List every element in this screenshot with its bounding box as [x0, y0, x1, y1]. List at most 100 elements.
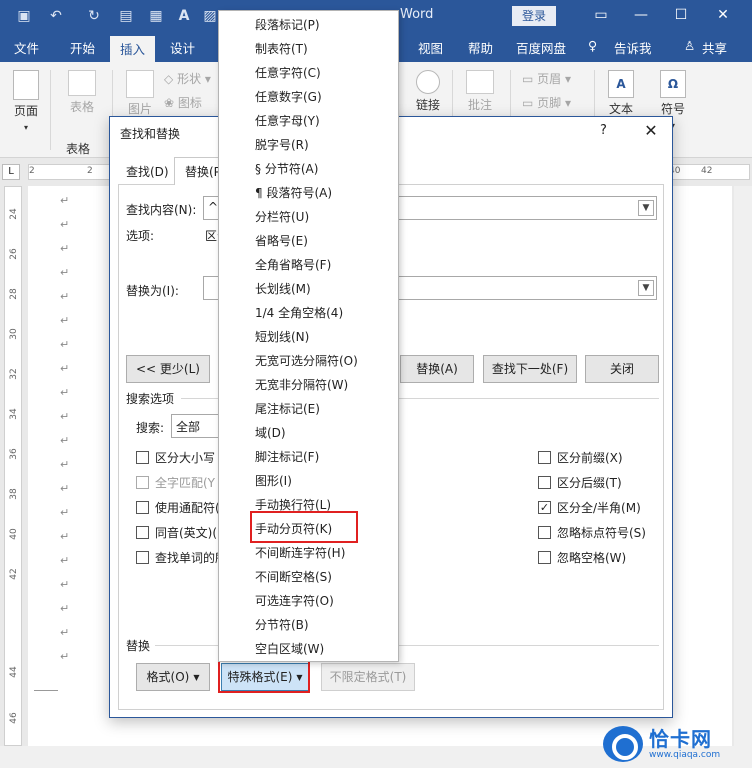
icons-button[interactable]: ❀ 图标: [164, 94, 202, 111]
tab-design[interactable]: 设计: [170, 38, 195, 57]
match-width-checkbox[interactable]: ✓ 区分全/半角(M): [538, 499, 641, 516]
wildcards-checkbox[interactable]: 使用通配符(U: [136, 499, 228, 516]
checkbox-box[interactable]: [136, 551, 149, 564]
checkbox-box[interactable]: [538, 526, 551, 539]
redo-icon[interactable]: ↻: [84, 6, 104, 26]
tab-view[interactable]: 视图: [418, 38, 443, 57]
menu-item-section-break[interactable]: 分节符(B): [255, 613, 309, 637]
tab-insert[interactable]: 插入: [110, 36, 156, 62]
checkbox-box[interactable]: [538, 451, 551, 464]
replace-all-button[interactable]: 替换(A): [400, 355, 474, 383]
text-box-icon: A: [608, 70, 634, 98]
close-window-button[interactable]: ✕: [712, 4, 734, 26]
paragraph-mark: ↵: [60, 458, 70, 471]
menu-item-column-break[interactable]: 分栏符(U): [255, 205, 309, 229]
paragraph-mark: ↵: [60, 602, 70, 615]
close-icon[interactable]: ✕: [640, 120, 662, 142]
checkbox-box[interactable]: [136, 476, 149, 489]
share-button[interactable]: 共享: [702, 38, 727, 57]
menu-item-zero-width-non-break[interactable]: 无宽非分隔符(W): [255, 373, 348, 397]
menu-item-paragraph-mark[interactable]: 段落标记(P): [255, 13, 320, 37]
paragraph-mark: ↵: [60, 314, 70, 327]
menu-item-quarter-em-space[interactable]: 1/4 全角空格(4): [255, 301, 343, 325]
watermark-name: 恰卡网: [649, 726, 712, 751]
menu-item-em-dash[interactable]: 长划线(M): [255, 277, 311, 301]
menu-item-nonbreaking-hyphen[interactable]: 不间断连字符(H): [255, 541, 345, 565]
checkbox-box[interactable]: [136, 526, 149, 539]
whole-word-checkbox[interactable]: 全字匹配(Y: [136, 474, 215, 491]
menu-item-fullwidth-ellipsis[interactable]: 全角省略号(F): [255, 253, 331, 277]
maximize-button[interactable]: ☐: [670, 4, 692, 26]
menu-item-white-space[interactable]: 空白区域(W): [255, 637, 324, 661]
open-icon[interactable]: ▦: [146, 6, 166, 26]
menu-item-caret[interactable]: 脱字号(R): [255, 133, 309, 157]
ignore-space-checkbox[interactable]: 忽略空格(W): [538, 549, 626, 566]
menu-item-optional-hyphen[interactable]: 可选连字符(O): [255, 589, 334, 613]
close-button[interactable]: 关闭: [585, 355, 659, 383]
check-icon[interactable]: ✓: [538, 501, 551, 514]
menu-item-ellipsis[interactable]: 省略号(E): [255, 229, 308, 253]
menu-item-nonbreaking-space[interactable]: 不间断空格(S): [255, 565, 332, 589]
image-icon[interactable]: ▨: [200, 6, 220, 26]
pages-button[interactable]: 页面 ▾: [8, 70, 44, 133]
checkbox-box[interactable]: [538, 476, 551, 489]
person-icon: ♙: [684, 38, 696, 53]
tab-find[interactable]: 查找(D): [126, 163, 169, 180]
menu-item-any-digit[interactable]: 任意数字(G): [255, 85, 322, 109]
paragraph-mark: ↵: [60, 506, 70, 519]
tab-file[interactable]: 文件: [14, 38, 39, 57]
menu-item-en-dash[interactable]: 短划线(N): [255, 325, 309, 349]
chevron-down-icon[interactable]: ▼: [638, 280, 654, 296]
help-icon[interactable]: ?: [600, 123, 607, 138]
match-prefix-checkbox[interactable]: 区分前缀(X): [538, 449, 623, 466]
tab-home[interactable]: 开始: [70, 38, 95, 57]
menu-item-footnote-mark[interactable]: 脚注标记(F): [255, 445, 319, 469]
tab-baidu-netdisk[interactable]: 百度网盘: [516, 38, 566, 57]
footer-button[interactable]: ▭ 页脚 ▾: [522, 94, 571, 111]
menu-item-any-letter[interactable]: 任意字母(Y): [255, 109, 320, 133]
menu-item-field[interactable]: 域(D): [255, 421, 286, 445]
picture-button[interactable]: 图片: [120, 70, 160, 117]
match-suffix-checkbox[interactable]: 区分后缀(T): [538, 474, 622, 491]
find-next-button[interactable]: 查找下一处(F): [483, 355, 577, 383]
minimize-button[interactable]: —: [630, 4, 652, 26]
sounds-like-checkbox[interactable]: 同音(英文)(K: [136, 524, 225, 541]
checkbox-box[interactable]: [538, 551, 551, 564]
tab-help[interactable]: 帮助: [468, 38, 493, 57]
menu-item-any-char[interactable]: 任意字符(C): [255, 61, 321, 85]
menu-item-paragraph-char[interactable]: ¶ 段落符号(A): [255, 181, 332, 205]
no-formatting-button[interactable]: 不限定格式(T): [321, 663, 415, 691]
table-button[interactable]: 表格: [60, 70, 104, 115]
shapes-button[interactable]: ◇ 形状 ▾: [164, 70, 211, 87]
word-forms-checkbox[interactable]: 查找单词的所: [136, 549, 227, 566]
save-icon[interactable]: ▣: [14, 6, 34, 26]
format-button[interactable]: 格式(O) ▼: [136, 663, 210, 691]
menu-item-zero-width-optional-break[interactable]: 无宽可选分隔符(O): [255, 349, 358, 373]
menu-item-tab[interactable]: 制表符(T): [255, 37, 308, 61]
ribbon-display-icon[interactable]: ▭: [590, 4, 612, 26]
checkbox-box[interactable]: [136, 501, 149, 514]
checkbox-box[interactable]: [136, 451, 149, 464]
match-case-checkbox[interactable]: 区分大小写: [136, 449, 215, 466]
tab-selector[interactable]: L: [2, 164, 20, 180]
header-button[interactable]: ▭ 页眉 ▾: [522, 70, 571, 87]
undo-icon[interactable]: ↶: [46, 6, 66, 26]
menu-item-endnote-mark[interactable]: 尾注标记(E): [255, 397, 320, 421]
new-doc-icon[interactable]: ▤: [116, 6, 136, 26]
comment-button[interactable]: 批注: [460, 70, 500, 113]
chevron-down-icon[interactable]: ▼: [638, 200, 654, 216]
paragraph-mark: ↵: [60, 242, 70, 255]
paragraph-mark: ↵: [60, 554, 70, 567]
format-icon[interactable]: A: [174, 6, 194, 26]
link-button[interactable]: 链接: [410, 70, 446, 113]
paragraph-mark: ↵: [60, 290, 70, 303]
tell-me[interactable]: 告诉我: [614, 38, 652, 57]
menu-item-graphic[interactable]: 图形(I): [255, 469, 292, 493]
ignore-punctuation-checkbox[interactable]: 忽略标点符号(S): [538, 524, 646, 541]
login-button[interactable]: 登录: [512, 6, 556, 26]
menu-item-section-char[interactable]: § 分节符(A): [255, 157, 318, 181]
less-button[interactable]: << 更少(L): [126, 355, 210, 383]
search-direction-select[interactable]: 全部: [171, 414, 225, 438]
vertical-scrollbar[interactable]: [734, 186, 752, 746]
paragraph-mark: ↵: [60, 650, 70, 663]
